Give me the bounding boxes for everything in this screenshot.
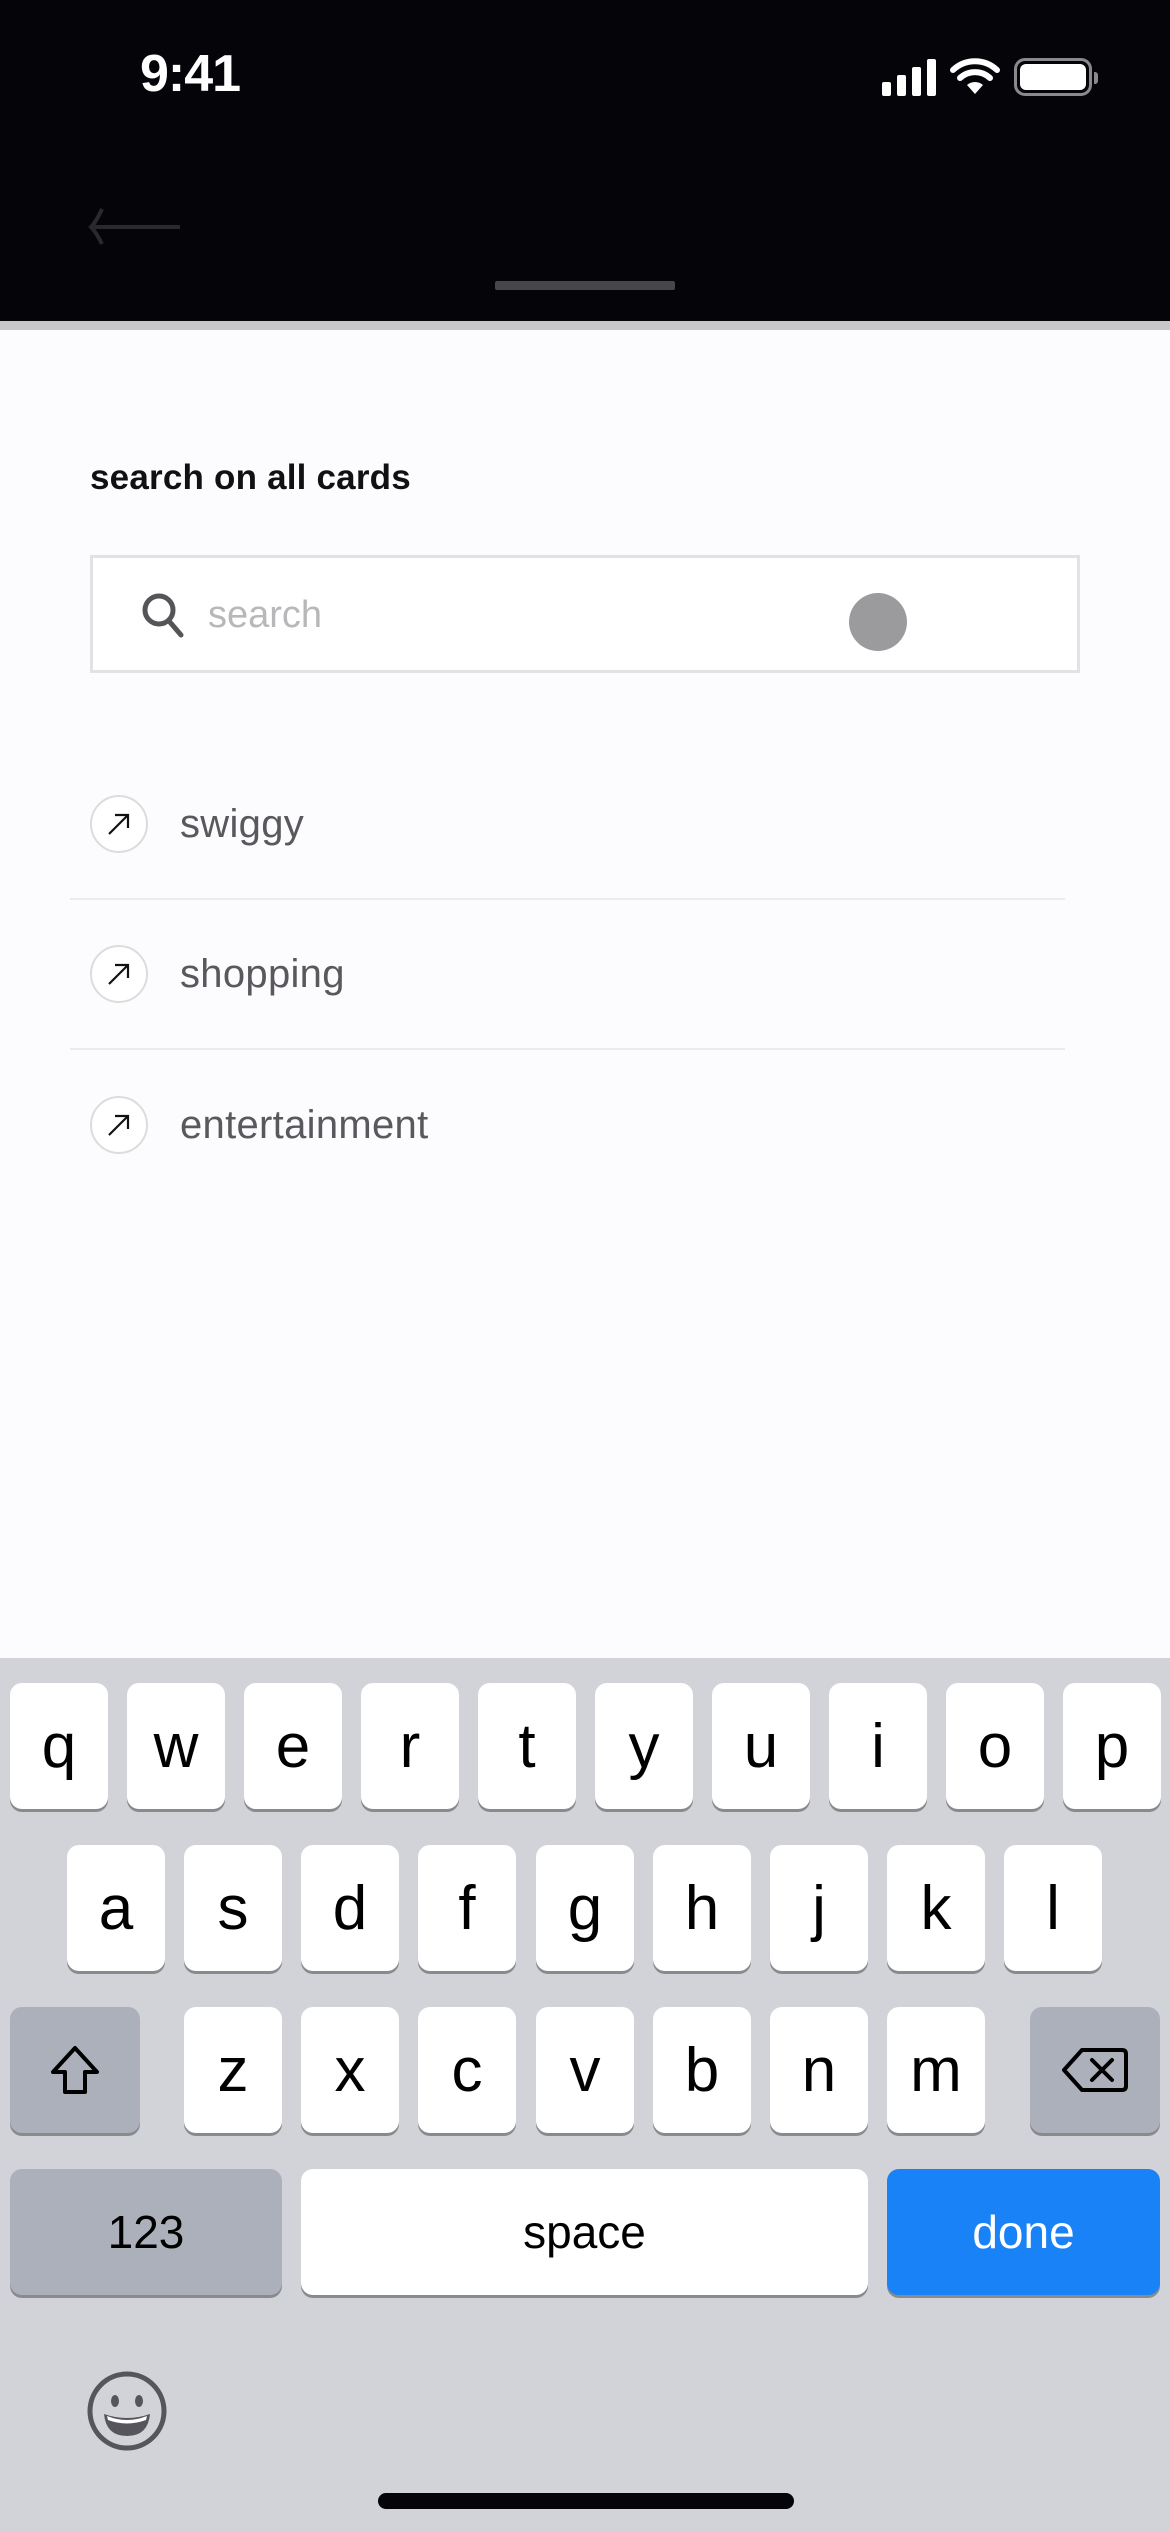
key-v[interactable]: v (536, 2007, 634, 2133)
emoji-icon[interactable] (86, 2370, 168, 2452)
search-icon (142, 593, 184, 638)
suggestion-list: swiggy shopping entertainment (70, 750, 1065, 1200)
suggestion-label: swiggy (180, 801, 305, 846)
shift-key[interactable] (10, 2007, 140, 2133)
numbers-key[interactable]: 123 (10, 2169, 282, 2295)
home-indicator (378, 2493, 794, 2509)
search-sheet: search on all cards swiggy shopping ente… (0, 330, 1170, 1658)
key-b[interactable]: b (653, 2007, 751, 2133)
key-u[interactable]: u (712, 1683, 810, 1809)
key-k[interactable]: k (887, 1845, 985, 1971)
key-o[interactable]: o (946, 1683, 1044, 1809)
key-m[interactable]: m (887, 2007, 985, 2133)
suggestion-item[interactable]: swiggy (70, 750, 1065, 900)
search-input[interactable] (208, 580, 908, 650)
key-h[interactable]: h (653, 1845, 751, 1971)
sheet-edge (0, 321, 1170, 330)
key-q[interactable]: q (10, 1683, 108, 1809)
wifi-icon (950, 58, 1000, 94)
key-f[interactable]: f (418, 1845, 516, 1971)
key-c[interactable]: c (418, 2007, 516, 2133)
key-t[interactable]: t (478, 1683, 576, 1809)
sheet-title: search on all cards (90, 458, 411, 497)
arrow-left-icon[interactable] (88, 206, 184, 246)
arrow-up-right-icon (90, 795, 148, 853)
delete-key[interactable] (1030, 2007, 1160, 2133)
keyboard: q w e r t y u i o p a s d f g h j k l z … (0, 1658, 1170, 2532)
status-time: 9:41 (140, 45, 241, 103)
key-d[interactable]: d (301, 1845, 399, 1971)
shift-icon (51, 2046, 99, 2094)
touch-indicator (849, 593, 907, 651)
battery-icon (1014, 58, 1098, 96)
key-x[interactable]: x (301, 2007, 399, 2133)
space-key[interactable]: space (301, 2169, 868, 2295)
status-bar: 9:41 (0, 0, 1170, 150)
suggestion-label: entertainment (180, 1102, 429, 1147)
arrow-up-right-icon (90, 945, 148, 1003)
key-e[interactable]: e (244, 1683, 342, 1809)
key-j[interactable]: j (770, 1845, 868, 1971)
key-y[interactable]: y (595, 1683, 693, 1809)
key-l[interactable]: l (1004, 1845, 1102, 1971)
cellular-signal-icon (882, 58, 936, 96)
key-w[interactable]: w (127, 1683, 225, 1809)
suggestion-item[interactable]: entertainment (70, 1050, 1065, 1200)
suggestion-item[interactable]: shopping (70, 900, 1065, 1050)
key-z[interactable]: z (184, 2007, 282, 2133)
search-field[interactable] (90, 555, 1080, 673)
key-p[interactable]: p (1063, 1683, 1161, 1809)
arrow-up-right-icon (90, 1096, 148, 1154)
key-n[interactable]: n (770, 2007, 868, 2133)
status-icons (882, 58, 1098, 96)
key-r[interactable]: r (361, 1683, 459, 1809)
key-s[interactable]: s (184, 1845, 282, 1971)
key-a[interactable]: a (67, 1845, 165, 1971)
sheet-grabber[interactable] (495, 281, 675, 290)
key-i[interactable]: i (829, 1683, 927, 1809)
done-key[interactable]: done (887, 2169, 1160, 2295)
key-g[interactable]: g (536, 1845, 634, 1971)
suggestion-label: shopping (180, 951, 345, 996)
backspace-icon (1062, 2048, 1128, 2092)
